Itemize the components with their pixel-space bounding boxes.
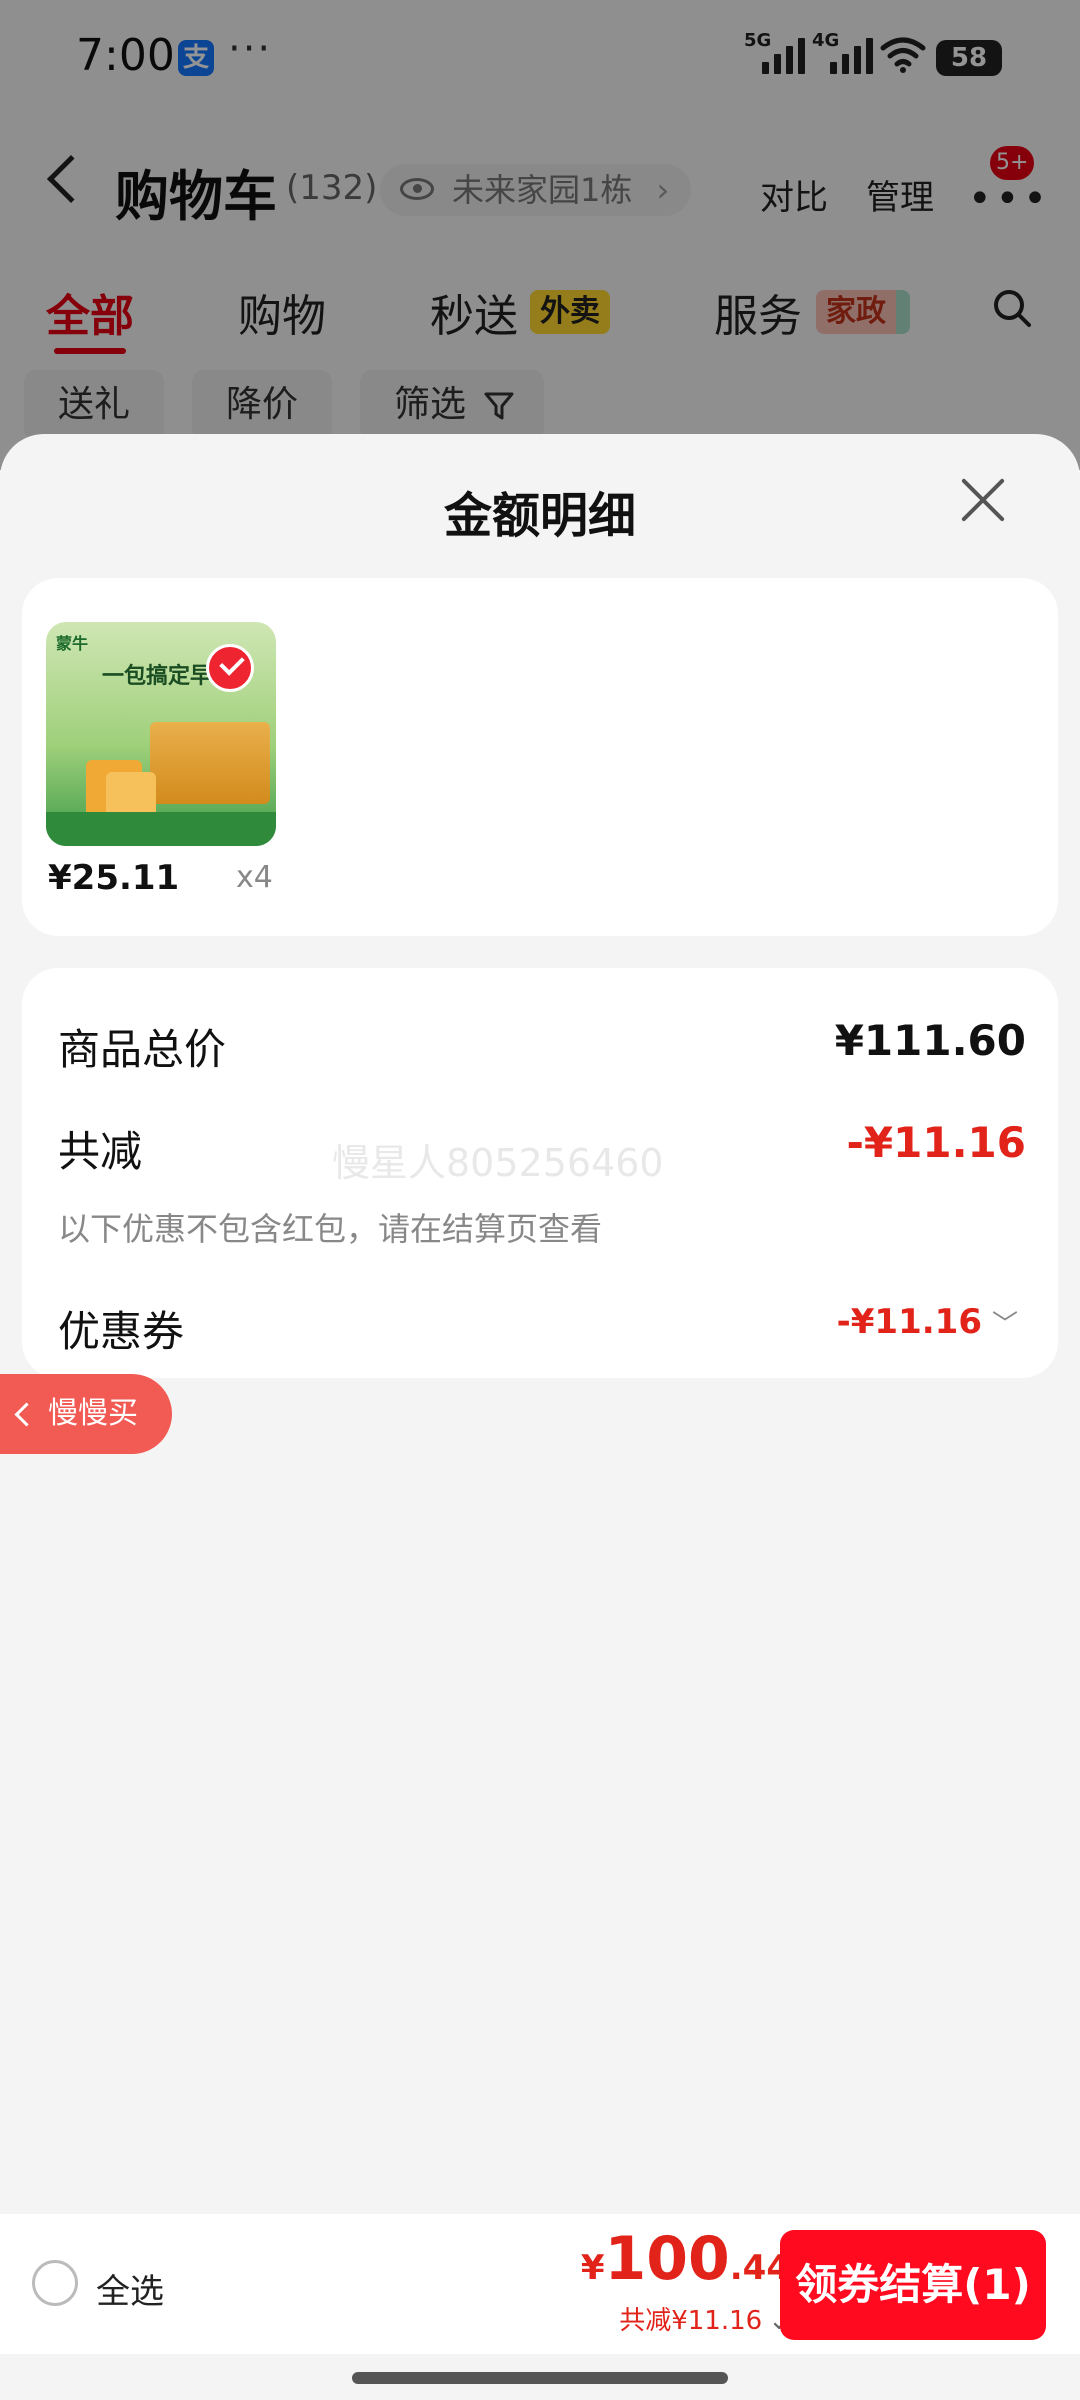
coupon-value-toggle[interactable]: -¥11.16 ﹀: [837, 1302, 1018, 1342]
sheet-title: 金额明细: [443, 488, 636, 544]
price-summary-card: 商品总价 ¥111.60 共减 慢星人805256460 -¥11.16 以下优…: [22, 968, 1058, 1378]
amount-detail-sheet: 金额明细 蒙牛 一包搞定早餐 ¥25.11 x4 商品总价 ¥111.60 共减…: [0, 434, 1080, 2214]
product-quantity: x4: [236, 860, 273, 895]
product-card: 蒙牛 一包搞定早餐 ¥25.11 x4: [22, 578, 1058, 936]
product-box-graphic: [150, 722, 270, 804]
goods-total-value: ¥111.60: [834, 1016, 1026, 1065]
discount-label: 共减: [58, 1127, 143, 1176]
select-all-radio[interactable]: [32, 2260, 78, 2306]
select-all-label[interactable]: 全选: [96, 2264, 164, 2313]
discount-note: 以下优惠不包含红包，请在结算页查看: [58, 1210, 603, 1248]
saved-amount-toggle[interactable]: 共减¥11.16⌄: [619, 2300, 790, 2337]
total-price: ¥100.44: [581, 2224, 790, 2294]
selected-check-icon[interactable]: [206, 644, 254, 692]
close-icon[interactable]: [958, 476, 1008, 526]
product-base-graphic: [46, 812, 276, 846]
modal-overlay[interactable]: [0, 0, 1080, 470]
saved-amount: 共减¥11.16: [619, 2306, 763, 2336]
home-indicator[interactable]: [352, 2372, 728, 2384]
chevron-down-icon: ﹀: [991, 1310, 1018, 1340]
total-integer: 100: [604, 2224, 730, 2294]
discount-value: -¥11.16: [846, 1118, 1026, 1167]
product-brand: 蒙牛: [56, 634, 89, 653]
product-unit-price: ¥25.11: [48, 858, 180, 898]
checkout-button[interactable]: 领券结算(1): [780, 2230, 1046, 2340]
slow-buy-button[interactable]: 慢慢买: [0, 1374, 172, 1454]
checkout-bar: 全选 ¥100.44 共减¥11.16⌄ 领券结算(1): [0, 2214, 1080, 2354]
goods-total-label: 商品总价: [58, 1025, 227, 1074]
coupon-value: -¥11.16: [836, 1302, 982, 1342]
coupon-label: 优惠券: [58, 1307, 185, 1356]
watermark-text: 慢星人805256460: [332, 1141, 664, 1185]
currency-symbol: ¥: [580, 2248, 605, 2288]
